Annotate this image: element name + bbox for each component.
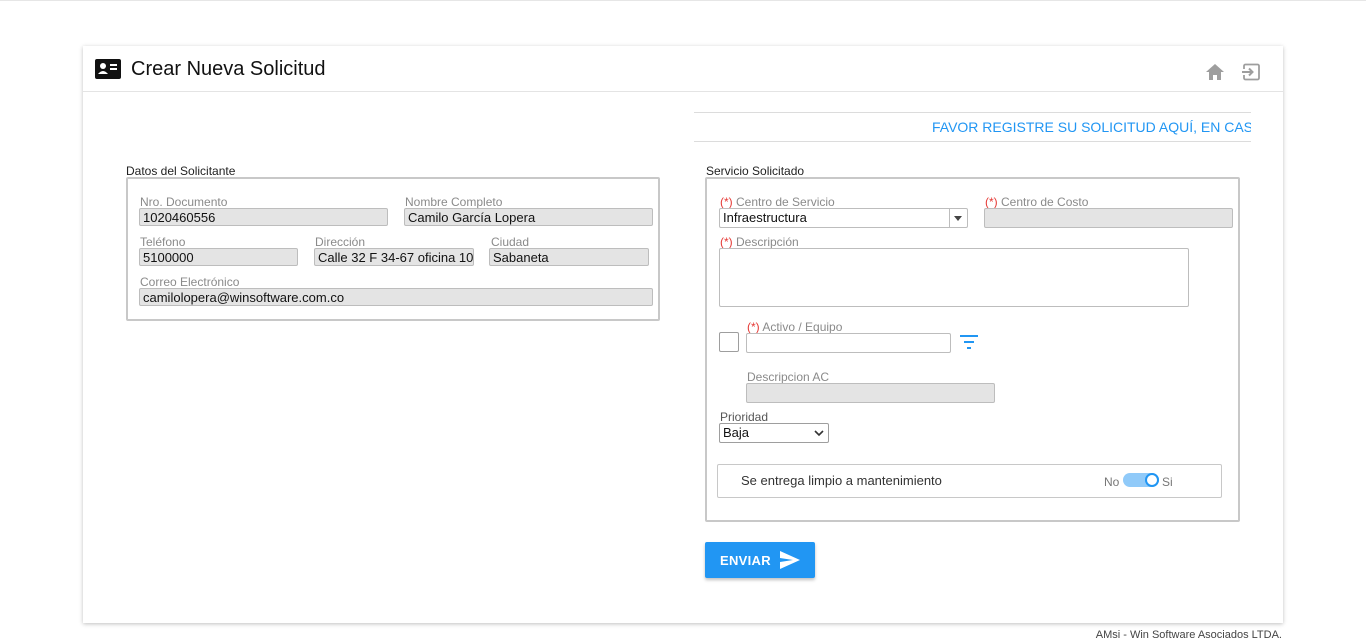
card-header: Crear Nueva Solicitud [83, 46, 1283, 92]
ciudad-field[interactable]: Sabaneta [489, 248, 649, 266]
direccion-field[interactable]: Calle 32 F 34-67 oficina 10 [314, 248, 474, 266]
chevron-down-icon [814, 430, 824, 437]
toggle-knob [1145, 473, 1159, 487]
documento-field[interactable]: 1020460556 [139, 208, 388, 226]
required-mark: (*) [985, 195, 998, 209]
descripcion-label: (*) Descripción [720, 235, 799, 249]
centro-costo-label-text: Centro de Costo [997, 195, 1089, 209]
notice-banner: FAVOR REGISTRE SU SOLICITUD AQUÍ, EN CAS… [694, 112, 1251, 142]
prioridad-label: Prioridad [720, 410, 769, 424]
telefono-field[interactable]: 5100000 [139, 248, 298, 266]
centro-costo-field[interactable] [984, 208, 1233, 228]
activo-checkbox[interactable] [719, 332, 739, 352]
enviar-button-label: ENVIAR [720, 553, 771, 568]
descripcion-textarea[interactable] [719, 248, 1189, 307]
centro-servicio-select[interactable]: Infraestructura [719, 208, 968, 228]
toggle-off-label: No [1104, 475, 1120, 489]
toggle-on-label: Si [1162, 475, 1173, 489]
home-icon[interactable] [1205, 63, 1225, 81]
solicitante-section-label: Datos del Solicitante [126, 164, 236, 178]
centro-servicio-label: (*) Centro de Servicio [720, 195, 835, 209]
documento-label: Nro. Documento [140, 195, 228, 209]
enviar-button[interactable]: ENVIAR [705, 542, 815, 578]
footer-text: AMsi - Win Software Asociados LTDA. [1095, 629, 1282, 641]
contact-card-icon [95, 59, 121, 79]
activo-label: (*) Activo / Equipo [747, 320, 842, 334]
descripcion-ac-label: Descripcion AC [747, 370, 830, 384]
centro-servicio-label-text: Centro de Servicio [732, 195, 835, 209]
notice-banner-text: FAVOR REGISTRE SU SOLICITUD AQUÍ, EN CAS… [932, 119, 1251, 135]
filter-icon[interactable] [959, 334, 979, 350]
correo-label: Correo Electrónico [140, 275, 240, 289]
activo-input[interactable] [746, 333, 951, 353]
limpieza-toggle[interactable] [1123, 473, 1159, 487]
page-title: Crear Nueva Solicitud [131, 58, 326, 80]
send-icon [780, 551, 800, 569]
required-mark: (*) [747, 320, 760, 334]
nombre-field[interactable]: Camilo García Lopera [404, 208, 653, 226]
direccion-label: Dirección [315, 235, 366, 249]
centro-costo-label: (*) Centro de Costo [985, 195, 1088, 209]
exit-icon[interactable] [1241, 63, 1261, 81]
descripcion-label-text: Descripción [732, 235, 799, 249]
required-mark: (*) [720, 195, 733, 209]
prioridad-select[interactable]: Baja [719, 423, 829, 443]
prioridad-value: Baja [723, 425, 750, 440]
centro-servicio-value: Infraestructura [723, 210, 807, 225]
servicio-section-label: Servicio Solicitado [706, 164, 805, 178]
telefono-label: Teléfono [140, 235, 186, 249]
nombre-label: Nombre Completo [405, 195, 503, 209]
descripcion-ac-field[interactable] [746, 383, 995, 403]
top-divider [0, 0, 1366, 1]
required-mark: (*) [720, 235, 733, 249]
limpieza-toggle-label: Se entrega limpio a mantenimiento [741, 473, 942, 488]
ciudad-label: Ciudad [491, 235, 530, 249]
chevron-down-icon [949, 209, 967, 227]
correo-field[interactable]: camilolopera@winsoftware.com.co [139, 288, 653, 306]
activo-label-text: Activo / Equipo [759, 320, 843, 334]
